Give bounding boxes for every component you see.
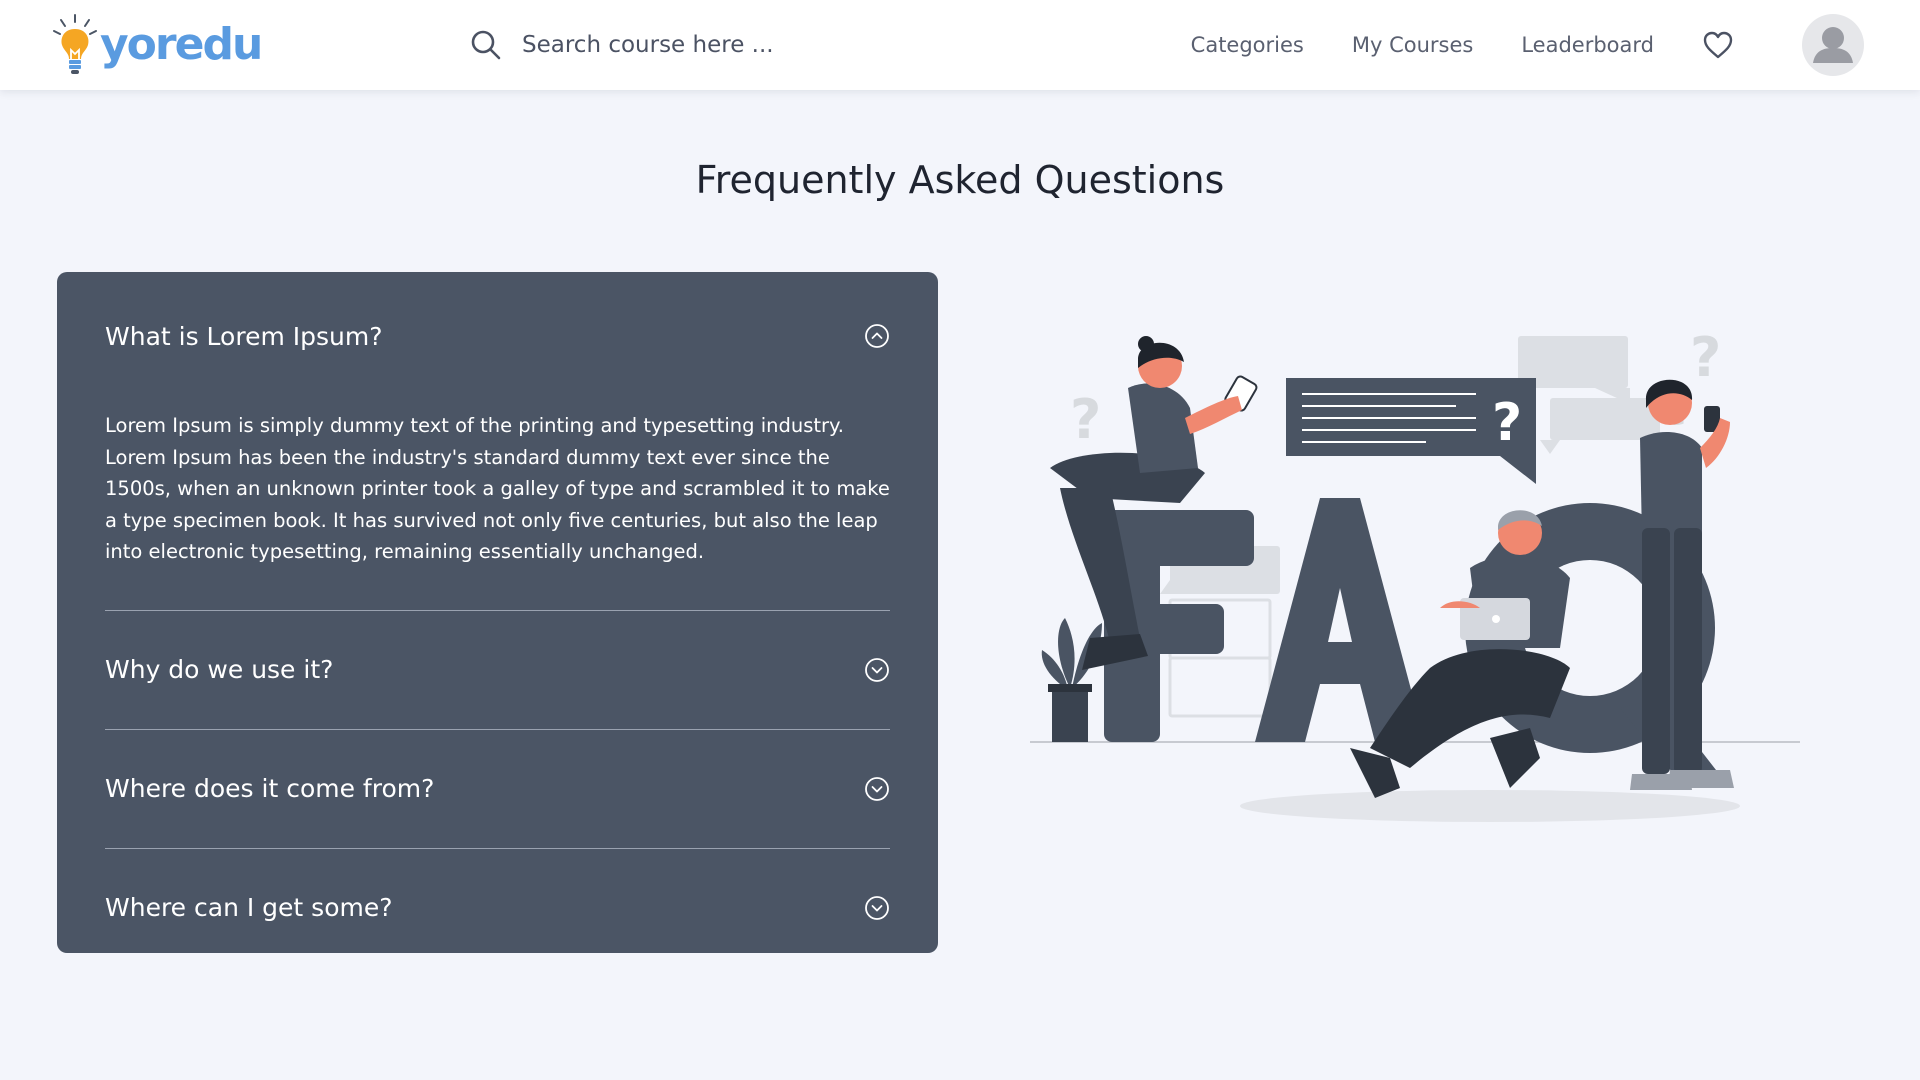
faq-answer: Lorem Ipsum is simply dummy text of the …	[105, 414, 890, 563]
faq-question-toggle[interactable]: Why do we use it?	[105, 611, 890, 729]
nav-my-courses[interactable]: My Courses	[1352, 33, 1473, 57]
faq-item: What is Lorem Ipsum? Lorem Ipsum is simp…	[105, 302, 890, 611]
avatar-icon	[1813, 27, 1853, 63]
ground-shadow	[1240, 790, 1740, 822]
chevron-down-icon[interactable]	[864, 657, 890, 683]
avatar[interactable]	[1802, 14, 1864, 76]
faq-item: Why do we use it?	[105, 611, 890, 730]
plant	[1041, 618, 1102, 742]
search-input[interactable]	[522, 32, 902, 58]
faq-item: Where can I get some?	[105, 849, 890, 967]
svg-text:?: ?	[1070, 388, 1101, 451]
faq-question: Where does it come from?	[105, 774, 435, 803]
faq-question-toggle[interactable]: What is Lorem Ipsum?	[105, 302, 890, 370]
svg-text:?: ?	[1492, 393, 1522, 453]
woman-standing	[1630, 379, 1734, 790]
chevron-down-icon[interactable]	[864, 776, 890, 802]
faq-question: What is Lorem Ipsum?	[105, 321, 383, 351]
svg-text:?: ?	[1690, 326, 1721, 389]
chevron-up-icon[interactable]	[864, 323, 890, 349]
faq-illustration: ? ? ¿ ?	[1030, 326, 1800, 822]
faq-question-toggle[interactable]: Where can I get some?	[105, 849, 890, 967]
speech-bubble: ?	[1286, 378, 1536, 484]
top-navbar: yoredu Categories My Courses Leaderboard	[0, 0, 1920, 90]
faq-question: Why do we use it?	[105, 655, 334, 684]
faq-accordion: What is Lorem Ipsum? Lorem Ipsum is simp…	[57, 272, 938, 953]
search-icon[interactable]	[470, 29, 502, 61]
page-title: Frequently Asked Questions	[695, 158, 1225, 202]
nav-leaderboard[interactable]: Leaderboard	[1521, 33, 1654, 57]
brand-name: yoredu	[100, 19, 263, 70]
faq-question-toggle[interactable]: Where does it come from?	[105, 730, 890, 848]
chevron-down-icon[interactable]	[864, 895, 890, 921]
faq-item: Where does it come from?	[105, 730, 890, 849]
nav-categories[interactable]: Categories	[1191, 33, 1304, 57]
main-nav: Categories My Courses Leaderboard	[1191, 28, 1774, 62]
search-bar	[470, 24, 930, 66]
brand-logo[interactable]: yoredu	[52, 12, 263, 78]
faq-question: Where can I get some?	[105, 893, 393, 922]
heart-icon[interactable]	[1702, 30, 1734, 60]
bulb-logo-icon	[53, 14, 97, 74]
